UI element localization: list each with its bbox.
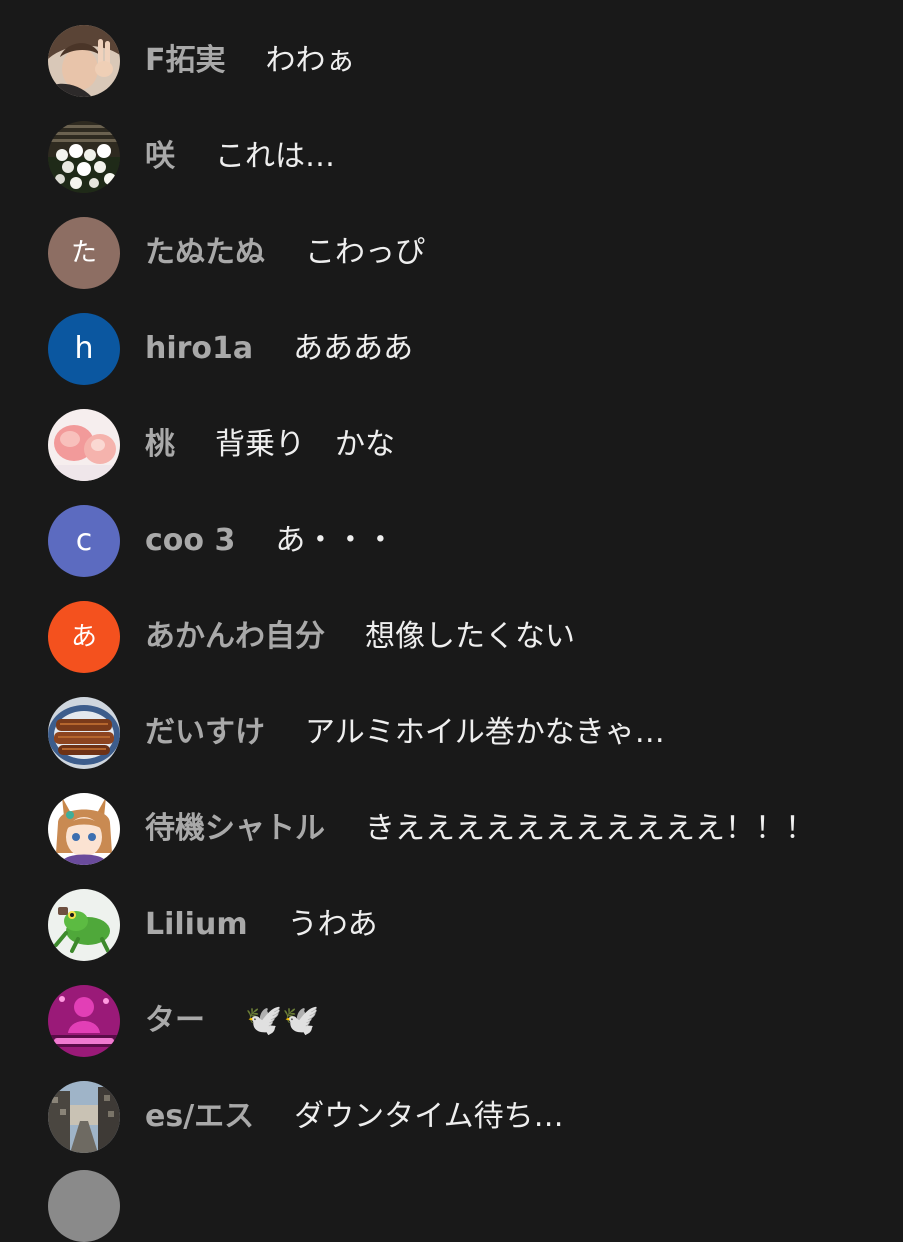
- chat-message-text: こわっぴ: [305, 235, 425, 270]
- chat-author-name[interactable]: es/エス: [145, 1102, 254, 1132]
- city-street-photo-icon[interactable]: [48, 1081, 120, 1153]
- next-message-avatar-icon[interactable]: [48, 1170, 120, 1242]
- chat-message[interactable]: だいすけ アルミホイル巻かなきゃ…: [0, 685, 903, 781]
- anime-horse-girl-photo-icon[interactable]: [48, 793, 120, 865]
- avatar-initial: あ: [70, 622, 97, 652]
- chat-message-text: ダウンタイム待ち…: [294, 1099, 564, 1134]
- chat-message-text: アルミホイル巻かなきゃ…: [305, 715, 665, 750]
- letter-avatar-icon[interactable]: あ: [48, 601, 120, 673]
- chat-author-name[interactable]: たぬたぬ: [145, 238, 265, 268]
- chat-message[interactable]: F拓実 わわぁ: [0, 13, 903, 109]
- chat-message-text: わわぁ: [265, 43, 356, 78]
- chat-author-name[interactable]: だいすけ: [145, 718, 265, 748]
- letter-avatar-icon[interactable]: た: [48, 217, 120, 289]
- letter-avatar-icon[interactable]: h: [48, 313, 120, 385]
- chat-author-name[interactable]: 桃: [145, 430, 175, 460]
- chat-message-text: きえええええええええええ！！！: [365, 811, 815, 846]
- chat-message-text: うわあ: [287, 907, 378, 942]
- chat-author-name[interactable]: coo 3: [145, 526, 235, 556]
- chat-author-name[interactable]: 待機シャトル: [145, 814, 325, 844]
- chat-message-text: 背乗り かな: [215, 427, 395, 462]
- chat-message[interactable]: es/エス ダウンタイム待ち…: [0, 1069, 903, 1165]
- chat-message-text: 🕊️🕊️: [245, 1003, 320, 1038]
- avatar-initial: た: [70, 238, 97, 268]
- chat-message-text: ああああ: [293, 331, 414, 366]
- avatar-initial: h: [74, 331, 94, 366]
- chat-author-name[interactable]: ター: [145, 1006, 205, 1036]
- live-chat-list[interactable]: F拓実 わわぁ 咲 これは… た たぬたぬ こわっぴ h hiro1a ああああ…: [0, 13, 903, 1165]
- chat-author-name[interactable]: あかんわ自分: [145, 622, 325, 652]
- chat-message[interactable]: あ あかんわ自分 想像したくない: [0, 589, 903, 685]
- chat-message[interactable]: Lilium うわあ: [0, 877, 903, 973]
- white-flowers-photo-icon[interactable]: [48, 121, 120, 193]
- peach-photo-icon[interactable]: [48, 409, 120, 481]
- chat-message[interactable]: c coo 3 あ・・・: [0, 493, 903, 589]
- chat-message-text: あ・・・: [275, 523, 396, 558]
- chat-message[interactable]: 桃 背乗り かな: [0, 397, 903, 493]
- chat-message[interactable]: h hiro1a ああああ: [0, 301, 903, 397]
- chat-author-name[interactable]: 咲: [145, 142, 175, 172]
- avatar-initial: c: [75, 523, 93, 558]
- chat-message-text: 想像したくない: [365, 619, 575, 654]
- chat-message-text: これは…: [215, 139, 335, 174]
- chat-message[interactable]: 待機シャトル きえええええええええええ！！！: [0, 781, 903, 877]
- person-peace-sign-photo-icon[interactable]: [48, 25, 120, 97]
- chat-message[interactable]: 咲 これは…: [0, 109, 903, 205]
- green-frog-photo-icon[interactable]: [48, 889, 120, 961]
- pink-juggler-logo-photo-icon[interactable]: [48, 985, 120, 1057]
- letter-avatar-icon[interactable]: c: [48, 505, 120, 577]
- chat-author-name[interactable]: F拓実: [145, 46, 226, 76]
- chat-message[interactable]: ター 🕊️🕊️: [0, 973, 903, 1069]
- chat-message[interactable]: た たぬたぬ こわっぴ: [0, 205, 903, 301]
- chat-author-name[interactable]: Lilium: [145, 910, 248, 940]
- grilled-eel-photo-icon[interactable]: [48, 697, 120, 769]
- chat-author-name[interactable]: hiro1a: [145, 334, 253, 364]
